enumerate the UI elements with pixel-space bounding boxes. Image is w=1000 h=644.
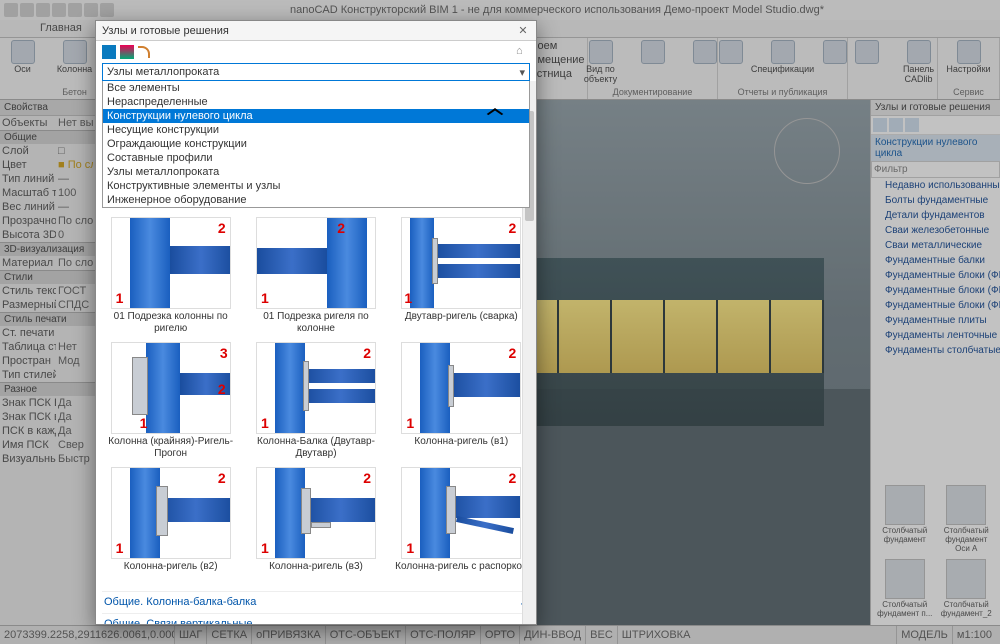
status-bar: 2073399.2258,2911626.0061,0.0000 ШАГСЕТК… [0, 625, 1000, 644]
right-panel: Узлы и готовые решения Конструкции нулев… [870, 100, 1000, 625]
tree-item[interactable]: Детали фундаментов [871, 208, 1000, 223]
node-item[interactable]: 12Колонна-ригель (в1) [393, 342, 530, 459]
thumb-item[interactable]: Столбчатый фундамент п... [877, 559, 933, 619]
sb-scale[interactable]: м1:100 [952, 626, 996, 644]
thumb-item[interactable]: Столбчатый фундамент_2 [939, 559, 995, 619]
cmd-cadlib[interactable]: Панель CADlib [896, 40, 942, 85]
status-toggle[interactable]: ДИН-ВВОД [519, 626, 585, 644]
refresh-icon[interactable] [138, 46, 150, 58]
status-toggle[interactable]: ОТС-ОБЪЕКТ [325, 626, 405, 644]
status-toggle[interactable]: ОРТО [480, 626, 519, 644]
dropdown-option[interactable]: Узлы металлопроката [103, 165, 529, 179]
dialog-toolbar: ⌂ [96, 41, 536, 63]
node-item[interactable]: 12Колонна-ригель с распоркой [393, 467, 530, 583]
node-item[interactable]: 12Колонна-ригель (в2) [102, 467, 239, 583]
node-item[interactable]: 1201 Подрезка колонны по ригелю [102, 217, 239, 334]
tree-item[interactable]: Фундаментные блоки (ФБП) [871, 283, 1000, 298]
category-tree[interactable]: Недавно использованныеБолты фундаментные… [871, 178, 1000, 479]
accordion-item[interactable]: Общие. Связи вертикальные [102, 613, 530, 624]
status-toggle[interactable]: оПРИВЯЗКА [251, 626, 325, 644]
dialog-title: Узлы и готовые решения [102, 25, 516, 37]
thumbnails: Столбчатый фундаментСтолбчатый фундамент… [871, 479, 1000, 625]
accordion-item[interactable]: Общие. Колонна-балка-балка [102, 591, 530, 613]
node-item[interactable]: 12Двутавр-ригель (сварка) [393, 217, 530, 334]
thumb-item[interactable]: Столбчатый фундамент [877, 485, 933, 553]
tree-item[interactable]: Сваи металлические [871, 238, 1000, 253]
dropdown-option[interactable]: Инженерное оборудование [103, 193, 529, 207]
pin-icon[interactable]: ⌂ [516, 45, 530, 59]
tree-item[interactable]: Фундаментные балки [871, 253, 1000, 268]
dropdown-option[interactable]: Ограждающие конструкции [103, 137, 529, 151]
cmd-settings[interactable]: Настройки [946, 40, 992, 75]
dropdown-option[interactable]: Конструктивные элементы и узлы [103, 179, 529, 193]
sb-model[interactable]: МОДЕЛЬ [896, 626, 952, 644]
window-title: nanoCAD Конструкторский BIM 1 - не для к… [118, 4, 996, 16]
dropdown-option[interactable]: Несущие конструкции [103, 123, 529, 137]
dropdown-option[interactable]: Все элементы [103, 81, 529, 95]
tree-item[interactable]: Фундаментные плиты [871, 313, 1000, 328]
status-toggle[interactable]: ОТС-ПОЛЯР [405, 626, 480, 644]
status-toggle[interactable]: СЕТКА [206, 626, 251, 644]
tree-item[interactable]: Фундаменты ленточные [871, 328, 1000, 343]
cmd-axes[interactable]: Оси [0, 40, 46, 75]
dropdown-option[interactable]: Составные профили [103, 151, 529, 165]
status-toggle[interactable]: ШАГ [174, 626, 206, 644]
properties-panel: Свойства ОбъектыНет вы Общие Слой□ Цвет■… [0, 100, 96, 625]
cmd-viewby[interactable]: Вид по объекту [578, 40, 624, 85]
quick-access-toolbar[interactable] [4, 3, 114, 17]
view-icon[interactable] [102, 45, 116, 59]
node-item[interactable]: 12Колонна-ригель (в3) [247, 467, 384, 583]
nodes-dialog: Узлы и готовые решения ✕ ⌂ Узлы металлоп… [95, 20, 537, 625]
dropdown-option[interactable]: Нераспределенные [103, 95, 529, 109]
node-item[interactable]: 12Колонна-Балка (Двутавр-Двутавр) [247, 342, 384, 459]
rp-toolbar[interactable] [871, 116, 1000, 135]
tree-item[interactable]: Фундаментные блоки (ФБС) [871, 298, 1000, 313]
cursor-icon [490, 109, 502, 125]
titlebar: nanoCAD Конструкторский BIM 1 - не для к… [0, 0, 1000, 20]
tree-item[interactable]: Фундаменты столбчатые [871, 343, 1000, 358]
status-toggle[interactable]: ШТРИХОВКА [617, 626, 695, 644]
category-dropdown[interactable]: Узлы металлопроката [102, 63, 530, 81]
status-toggle[interactable]: ВЕС [585, 626, 617, 644]
dropdown-list[interactable]: Все элементыНераспределенныеКонструкции … [102, 81, 530, 208]
tree-item[interactable]: Сваи железобетонные [871, 223, 1000, 238]
tree-item[interactable]: Недавно использованные [871, 178, 1000, 193]
cmd-spec[interactable]: Спецификации [760, 40, 806, 75]
thumb-item[interactable]: Столбчатый фундамент Оси А [939, 485, 995, 553]
sort-icon[interactable] [120, 45, 134, 59]
node-item[interactable]: 123Колонна (крайняя)-Ригель-Прогон [102, 342, 239, 459]
tree-item[interactable]: Болты фундаментные [871, 193, 1000, 208]
filter-input[interactable] [871, 161, 1000, 178]
node-item[interactable]: 1201 Подрезка ригеля по колонне [247, 217, 384, 334]
dropdown-option[interactable]: Конструкции нулевого цикла [103, 109, 529, 123]
coordinates: 2073399.2258,2911626.0061,0.0000 [4, 629, 174, 641]
node-grid: 1201 Подрезка колонны по ригелю1201 Подр… [102, 217, 530, 583]
tab-main[interactable]: Главная [30, 20, 92, 37]
close-icon[interactable]: ✕ [516, 24, 530, 37]
cmd-column[interactable]: Колонна [52, 40, 98, 75]
view-compass[interactable] [774, 118, 840, 184]
tree-item[interactable]: Фундаментные блоки (ФБВ) [871, 268, 1000, 283]
